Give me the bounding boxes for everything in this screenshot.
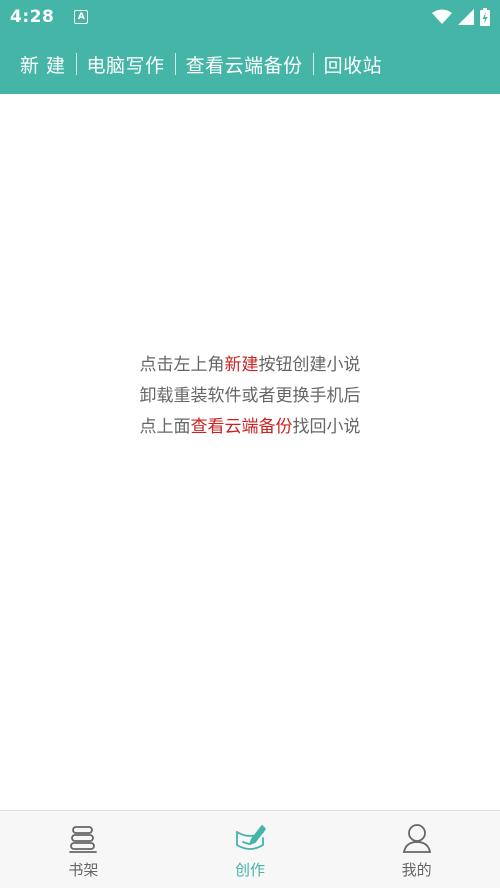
- hint-line-3: 点上面查看云端备份找回小说: [0, 412, 500, 443]
- bottom-nav: 书架 创作 我的: [0, 810, 500, 888]
- nav-item-bookshelf[interactable]: 书架: [33, 820, 133, 880]
- hint-line-1-after: 按钮创建小说: [258, 355, 361, 375]
- bookshelf-icon: [69, 825, 98, 853]
- profile-icon: [402, 823, 431, 853]
- status-icons: [432, 8, 490, 26]
- nav-item-create[interactable]: 创作: [200, 820, 300, 880]
- status-time: 4:28: [10, 7, 55, 27]
- new-button[interactable]: 新 建: [10, 51, 76, 78]
- signal-icon: [458, 9, 474, 25]
- hint-line-2: 卸载重装软件或者更换手机后: [139, 386, 361, 406]
- hint-line-3-before: 点上面: [139, 417, 191, 437]
- hint-line-1-before: 点击左上角: [139, 355, 225, 375]
- nav-item-mine[interactable]: 我的: [367, 820, 467, 880]
- battery-charging-icon: [480, 8, 490, 26]
- recycle-bin-button[interactable]: 回收站: [314, 51, 393, 78]
- hint-line-1-highlight: 新建: [224, 355, 259, 375]
- notification-icon: A: [74, 10, 89, 24]
- nav-label-mine: 我的: [401, 860, 432, 879]
- hint-line-1: 点击左上角新建按钮创建小说: [0, 350, 500, 381]
- pc-writing-button[interactable]: 电脑写作: [77, 51, 175, 78]
- empty-state-hint: 点击左上角新建按钮创建小说 卸载重装软件或者更换手机后 点上面查看云端备份找回小…: [0, 350, 500, 443]
- write-icon: [236, 824, 266, 850]
- main-content: 点击左上角新建按钮创建小说 卸载重装软件或者更换手机后 点上面查看云端备份找回小…: [0, 94, 500, 810]
- hint-line-3-after: 找回小说: [292, 417, 361, 437]
- cloud-backup-button[interactable]: 查看云端备份: [176, 51, 313, 78]
- nav-label-create: 创作: [234, 860, 265, 879]
- top-toolbar: 新 建 电脑写作 查看云端备份 回收站: [0, 34, 500, 94]
- wifi-icon: [432, 9, 452, 24]
- hint-line-3-highlight: 查看云端备份: [190, 417, 293, 437]
- nav-label-bookshelf: 书架: [68, 860, 99, 879]
- status-bar: 4:28 A: [0, 0, 500, 34]
